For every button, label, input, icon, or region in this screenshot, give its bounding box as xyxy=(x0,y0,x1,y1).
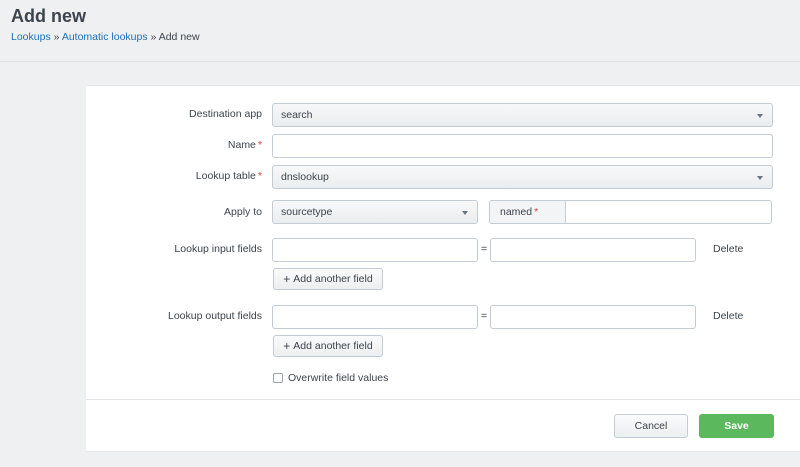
chevron-down-icon xyxy=(757,176,763,180)
breadcrumb-current: Add new xyxy=(158,31,200,43)
required-marker: * xyxy=(257,139,262,151)
lookup-input-field-value[interactable] xyxy=(490,238,696,262)
add-output-field-button[interactable]: + Add another field xyxy=(273,335,383,357)
lookup-input-field-name[interactable] xyxy=(272,238,478,262)
required-marker: * xyxy=(257,170,262,182)
breadcrumb-separator: » xyxy=(150,31,159,43)
lookup-table-label: Lookup table * xyxy=(195,170,262,182)
form-panel: Destination app search Name * Lookup tabl… xyxy=(86,85,800,452)
lookup-output-field-value[interactable] xyxy=(490,305,696,329)
add-input-field-button[interactable]: + Add another field xyxy=(273,268,383,290)
breadcrumb: Lookups » Automatic lookups » Add new xyxy=(11,31,200,43)
equals-sign: = xyxy=(481,243,488,255)
lookup-input-fields-label: Lookup input fields xyxy=(174,243,262,255)
apply-to-named-input[interactable] xyxy=(565,200,772,224)
plus-icon: + xyxy=(283,339,291,353)
destination-app-select[interactable]: search xyxy=(272,103,773,127)
breadcrumb-link-lookups[interactable]: Lookups xyxy=(11,31,51,43)
required-marker: * xyxy=(534,206,539,218)
chevron-down-icon xyxy=(462,211,468,215)
page-header: Add new Lookups » Automatic lookups » Ad… xyxy=(0,0,800,62)
breadcrumb-link-automatic-lookups[interactable]: Automatic lookups xyxy=(62,31,148,43)
destination-app-value: search xyxy=(281,109,313,121)
named-prefix: named * xyxy=(489,200,566,224)
apply-to-type-select[interactable]: sourcetype xyxy=(272,200,478,224)
apply-to-label: Apply to xyxy=(224,206,262,218)
lookup-table-select[interactable]: dnslookup xyxy=(272,165,773,189)
chevron-down-icon xyxy=(757,114,763,118)
destination-app-label: Destination app xyxy=(189,108,262,120)
equals-sign: = xyxy=(481,310,488,322)
breadcrumb-separator: » xyxy=(53,31,62,43)
delete-input-field-button[interactable]: Delete xyxy=(713,243,743,255)
lookup-output-fields-label: Lookup output fields xyxy=(168,310,262,322)
apply-to-type-value: sourcetype xyxy=(281,206,333,218)
overwrite-checkbox[interactable] xyxy=(273,373,283,383)
save-button[interactable]: Save xyxy=(699,414,774,438)
footer-divider xyxy=(86,399,800,400)
cancel-button[interactable]: Cancel xyxy=(614,414,688,438)
name-input[interactable] xyxy=(272,134,773,158)
delete-output-field-button[interactable]: Delete xyxy=(713,310,743,322)
overwrite-field-values-row[interactable]: Overwrite field values xyxy=(273,372,388,384)
lookup-table-value: dnslookup xyxy=(281,171,329,183)
name-label: Name * xyxy=(227,139,262,151)
plus-icon: + xyxy=(283,272,291,286)
page-title: Add new xyxy=(11,6,86,26)
overwrite-label: Overwrite field values xyxy=(288,372,389,384)
lookup-output-field-name[interactable] xyxy=(272,305,478,329)
